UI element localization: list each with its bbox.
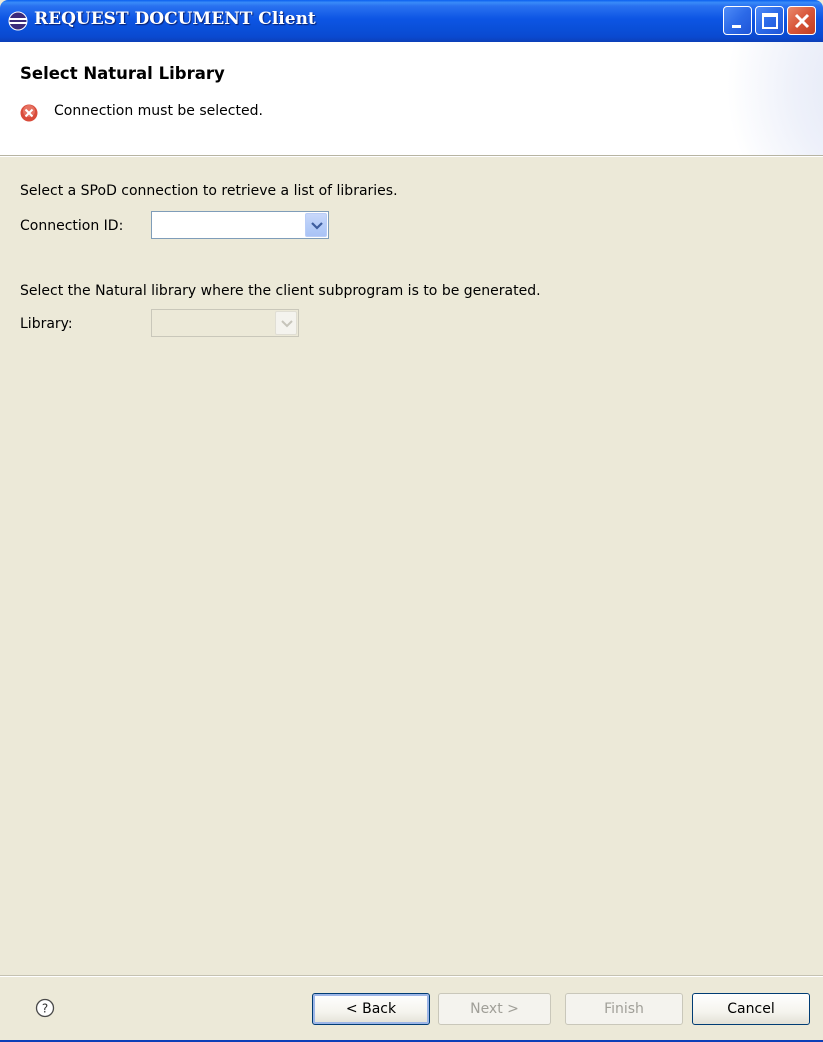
close-button[interactable] bbox=[787, 6, 816, 35]
wizard-header: Select Natural Library Connection must b… bbox=[0, 42, 823, 155]
cancel-button[interactable]: Cancel bbox=[692, 993, 810, 1025]
title-bar[interactable]: REQUEST DOCUMENT Client bbox=[0, 0, 823, 42]
window-title: REQUEST DOCUMENT Client bbox=[34, 9, 316, 29]
library-instruction: Select the Natural library where the cli… bbox=[20, 283, 541, 299]
library-dropdown-button[interactable] bbox=[275, 311, 297, 335]
header-banner-graphic bbox=[703, 42, 823, 155]
connection-dropdown-button[interactable] bbox=[305, 213, 327, 237]
connection-id-combo[interactable] bbox=[151, 211, 329, 239]
page-title: Select Natural Library bbox=[20, 64, 225, 83]
eclipse-icon bbox=[8, 11, 28, 31]
maximize-icon bbox=[762, 13, 778, 29]
maximize-button[interactable] bbox=[755, 6, 784, 35]
wizard-window: REQUEST DOCUMENT Client Select Natural L… bbox=[0, 0, 823, 1042]
header-divider bbox=[0, 155, 823, 157]
next-button[interactable]: Next > bbox=[438, 993, 551, 1025]
close-icon bbox=[794, 13, 810, 29]
connection-instruction: Select a SPoD connection to retrieve a l… bbox=[20, 183, 398, 199]
library-combo[interactable] bbox=[151, 309, 299, 337]
minimize-button[interactable] bbox=[723, 6, 752, 35]
back-button[interactable]: < Back bbox=[312, 993, 430, 1025]
chevron-down-icon bbox=[311, 222, 323, 230]
connection-id-label: Connection ID: bbox=[20, 218, 124, 234]
error-message: Connection must be selected. bbox=[54, 103, 263, 119]
svg-text:?: ? bbox=[42, 1002, 48, 1016]
chevron-down-icon bbox=[281, 320, 293, 328]
help-icon[interactable]: ? bbox=[35, 998, 55, 1018]
error-icon bbox=[20, 104, 38, 122]
finish-button[interactable]: Finish bbox=[565, 993, 683, 1025]
library-label: Library: bbox=[20, 316, 73, 332]
footer-divider bbox=[0, 975, 823, 977]
minimize-icon bbox=[732, 25, 741, 28]
